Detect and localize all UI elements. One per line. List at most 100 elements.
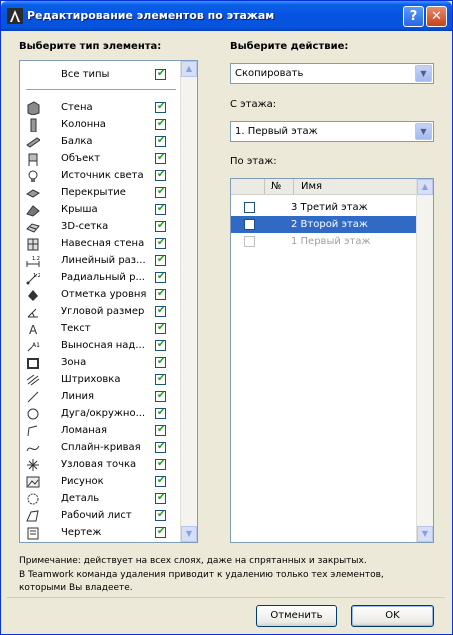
label-icon: A1 (27, 342, 40, 352)
list-item[interactable]: Стена ✔ (20, 100, 180, 117)
help-button[interactable]: ? (403, 6, 424, 27)
type-checkbox[interactable]: ✔ (155, 390, 166, 402)
type-checkbox[interactable]: ✔ (155, 101, 166, 113)
storey-name: 1 Первый этаж (291, 236, 371, 247)
list-item[interactable]: 1.2 Радиальный р... ✔ (20, 270, 180, 287)
list-item[interactable]: Узловая точка ✔ (20, 457, 180, 474)
storey-row[interactable]: 1 Первый этаж (231, 233, 417, 250)
type-checkbox[interactable]: ✔ (155, 135, 166, 147)
chevron-down-icon[interactable]: ▼ (415, 65, 432, 82)
list-item[interactable]: Отметка уровня ✔ (20, 287, 180, 304)
list-item[interactable]: Дуга/окружно... ✔ (20, 406, 180, 423)
list-item[interactable]: Источник света ✔ (20, 168, 180, 185)
storey-list-scrollbar[interactable]: ▲ ▼ (416, 179, 433, 542)
type-checkbox[interactable]: ✔ (155, 526, 166, 538)
list-item[interactable]: Деталь ✔ (20, 491, 180, 508)
list-item-label: Крыша (61, 204, 98, 215)
type-list-scrollbar[interactable]: ▲ ▼ (180, 61, 197, 542)
ok-button[interactable]: OK (351, 605, 434, 627)
list-item[interactable]: Сплайн-кривая ✔ (20, 440, 180, 457)
list-item-label: Выносная над... (61, 340, 145, 351)
list-item-label: Источник света (61, 170, 144, 181)
list-item[interactable]: Навесная стена ✔ (20, 236, 180, 253)
lamp-icon (28, 170, 38, 182)
linear-dimension-icon: 1.2 (26, 256, 40, 267)
type-checkbox[interactable]: ✔ (155, 186, 166, 198)
list-item-label: Узловая точка (61, 459, 137, 470)
scroll-down-button[interactable]: ▼ (181, 526, 197, 542)
svg-text:1.2: 1.2 (32, 256, 40, 262)
type-checkbox[interactable]: ✔ (155, 288, 166, 300)
list-item[interactable]: Штриховка ✔ (20, 372, 180, 389)
list-item[interactable]: Зона ✔ (20, 355, 180, 372)
storey-row[interactable]: 2 Второй этаж (231, 216, 417, 233)
scroll-up-button[interactable]: ▲ (181, 61, 197, 77)
action-select[interactable]: Скопировать ▼ (230, 63, 434, 84)
type-checkbox[interactable]: ✔ (155, 424, 166, 436)
type-checkbox[interactable]: ✔ (155, 509, 166, 521)
type-checkbox[interactable]: ✔ (155, 373, 166, 385)
element-type-list: Все типы ✔ Стена ✔ Колонна ✔ Балка ✔ Объект ✔ Ис… (19, 60, 198, 543)
list-item[interactable]: A Текст ✔ (20, 321, 180, 338)
type-checkbox[interactable]: ✔ (155, 203, 166, 215)
title-bar[interactable]: Редактирование элементов по этажам ? ✕ (1, 1, 452, 31)
type-checkbox[interactable]: ✔ (155, 322, 166, 334)
storey-checkbox[interactable] (244, 202, 255, 213)
from-storey-select[interactable]: 1. Первый этаж ▼ (230, 121, 434, 142)
type-checkbox[interactable]: ✔ (155, 475, 166, 487)
cancel-button[interactable]: Отменить (256, 605, 337, 627)
scroll-up-button[interactable]: ▲ (417, 179, 433, 195)
curtain-wall-icon (27, 238, 39, 251)
close-button[interactable]: ✕ (426, 6, 447, 27)
type-checkbox[interactable]: ✔ (155, 407, 166, 419)
hotspot-icon (27, 459, 39, 471)
type-checkbox[interactable]: ✔ (155, 237, 166, 249)
type-checkbox[interactable]: ✔ (155, 152, 166, 164)
svg-text:A: A (29, 323, 38, 336)
footer-divider (7, 597, 445, 598)
list-item[interactable]: Чертеж ✔ (20, 525, 180, 542)
list-item[interactable]: Перекрытие ✔ (20, 185, 180, 202)
column-name-header[interactable]: Имя (301, 181, 322, 192)
list-item[interactable]: Угловой размер ✔ (20, 304, 180, 321)
chevron-down-icon[interactable]: ▼ (415, 123, 432, 140)
type-checkbox[interactable]: ✔ (155, 356, 166, 368)
list-item[interactable]: Объект ✔ (20, 151, 180, 168)
list-item[interactable]: Рабочий лист ✔ (20, 508, 180, 525)
type-checkbox[interactable]: ✔ (155, 169, 166, 181)
type-checkbox[interactable]: ✔ (155, 441, 166, 453)
type-checkbox[interactable]: ✔ (155, 271, 166, 283)
list-item-label: Линейный раз... (61, 255, 146, 266)
list-item[interactable]: 1.2 Линейный раз... ✔ (20, 253, 180, 270)
list-item[interactable]: Линия ✔ (20, 389, 180, 406)
list-item[interactable]: Крыша ✔ (20, 202, 180, 219)
storey-checkbox[interactable] (244, 236, 255, 247)
column-number-header[interactable]: № (271, 181, 281, 192)
list-item-label: Стена (61, 102, 93, 113)
object-icon (28, 153, 38, 166)
type-checkbox[interactable]: ✔ (155, 305, 166, 317)
storey-row[interactable]: 3 Третий этаж (231, 199, 417, 216)
type-checkbox[interactable]: ✔ (155, 492, 166, 504)
column-icon (30, 118, 37, 132)
storey-checkbox[interactable] (244, 219, 255, 230)
list-item-label: Колонна (61, 119, 106, 130)
all-types-row[interactable]: Все типы ✔ (20, 67, 180, 84)
type-checkbox[interactable]: ✔ (155, 254, 166, 266)
list-item[interactable]: Рисунок ✔ (20, 474, 180, 491)
type-checkbox[interactable]: ✔ (155, 458, 166, 470)
drawing-icon (27, 527, 39, 540)
list-item[interactable]: Балка ✔ (20, 134, 180, 151)
type-checkbox[interactable]: ✔ (155, 220, 166, 232)
svg-text:A1: A1 (32, 342, 40, 349)
list-item[interactable]: A1 Выносная над... ✔ (20, 338, 180, 355)
all-types-checkbox[interactable]: ✔ (155, 68, 166, 80)
list-item-label: 3D-сетка (61, 221, 109, 232)
list-item[interactable]: Колонна ✔ (20, 117, 180, 134)
list-item-label: Угловой размер (61, 306, 145, 317)
type-checkbox[interactable]: ✔ (155, 339, 166, 351)
type-checkbox[interactable]: ✔ (155, 118, 166, 130)
list-item[interactable]: Ломаная ✔ (20, 423, 180, 440)
scroll-down-button[interactable]: ▼ (417, 526, 433, 542)
list-item[interactable]: 3D-сетка ✔ (20, 219, 180, 236)
